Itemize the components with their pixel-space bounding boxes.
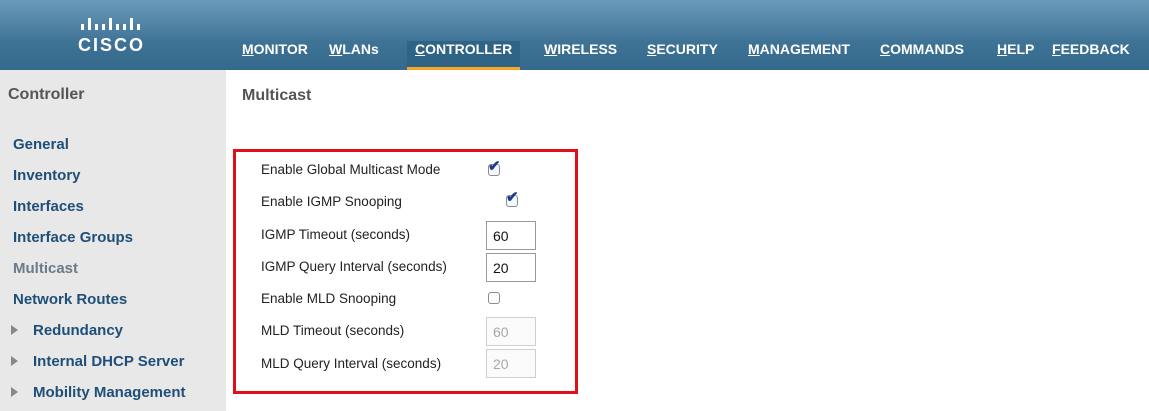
igmp-timeout-field[interactable] [486, 221, 536, 250]
nav-wlans[interactable]: WLANs [329, 41, 379, 70]
mld-query-interval-label: MLD Query Interval (seconds) [261, 356, 442, 371]
expand-triangle-icon [11, 356, 18, 366]
igmp-snooping-checkbox[interactable]: ✔ [506, 190, 519, 207]
sidebar-item-multicast[interactable]: Multicast [13, 260, 78, 277]
nav-feedback[interactable]: FEEDBACK [1052, 41, 1130, 70]
nav-help[interactable]: HELP [997, 41, 1034, 70]
sidebar-item-mobility-management[interactable]: Mobility Management [11, 384, 186, 401]
page-title: Multicast [242, 87, 312, 104]
sidebar-item-interface-groups[interactable]: Interface Groups [13, 229, 133, 246]
igmp-query-interval-label: IGMP Query Interval (seconds) [261, 259, 447, 274]
nav-controller[interactable]: CONTROLLER [407, 41, 521, 70]
sidebar-item-redundancy[interactable]: Redundancy [11, 322, 124, 339]
cisco-logo-bars-icon [81, 10, 158, 30]
checkmark-icon: ✔ [506, 189, 519, 206]
sidebar-item-general[interactable]: General [13, 136, 69, 153]
global-multicast-label: Enable Global Multicast Mode [261, 162, 441, 177]
sidebar: Controller General Inventory Interfaces … [0, 70, 226, 411]
main-nav: MONITOR WLANs CONTROLLER WIRELESS SECURI… [0, 41, 1149, 70]
nav-security[interactable]: SECURITY [647, 41, 718, 70]
expand-triangle-icon [11, 325, 18, 335]
sidebar-item-label: Internal DHCP Server [33, 353, 185, 370]
mld-snooping-label: Enable MLD Snooping [261, 291, 397, 306]
sidebar-item-inventory[interactable]: Inventory [13, 167, 81, 184]
sidebar-item-label: Mobility Management [33, 384, 186, 401]
nav-management[interactable]: MANAGEMENT [748, 41, 850, 70]
sidebar-item-internal-dhcp-server[interactable]: Internal DHCP Server [11, 353, 185, 370]
checkmark-icon: ✔ [488, 158, 501, 175]
nav-commands[interactable]: COMMANDS [880, 41, 964, 70]
igmp-snooping-label: Enable IGMP Snooping [261, 194, 402, 209]
mld-snooping-checkbox[interactable] [488, 292, 500, 304]
mld-query-interval-field[interactable] [486, 349, 536, 378]
top-header: CISCO MONITOR WLANs CONTROLLER WIRELESS … [0, 0, 1149, 70]
nav-monitor[interactable]: MONITOR [242, 41, 308, 70]
expand-triangle-icon [11, 387, 18, 397]
sidebar-item-network-routes[interactable]: Network Routes [13, 291, 127, 308]
mld-timeout-field[interactable] [486, 317, 536, 346]
igmp-query-interval-field[interactable] [486, 253, 536, 282]
mld-timeout-label: MLD Timeout (seconds) [261, 323, 405, 338]
sidebar-item-label: Redundancy [33, 322, 124, 339]
nav-wireless[interactable]: WIRELESS [544, 41, 617, 70]
igmp-timeout-label: IGMP Timeout (seconds) [261, 227, 411, 242]
sidebar-title: Controller [8, 86, 85, 103]
sidebar-item-interfaces[interactable]: Interfaces [13, 198, 84, 215]
global-multicast-checkbox[interactable]: ✔ [488, 159, 501, 176]
